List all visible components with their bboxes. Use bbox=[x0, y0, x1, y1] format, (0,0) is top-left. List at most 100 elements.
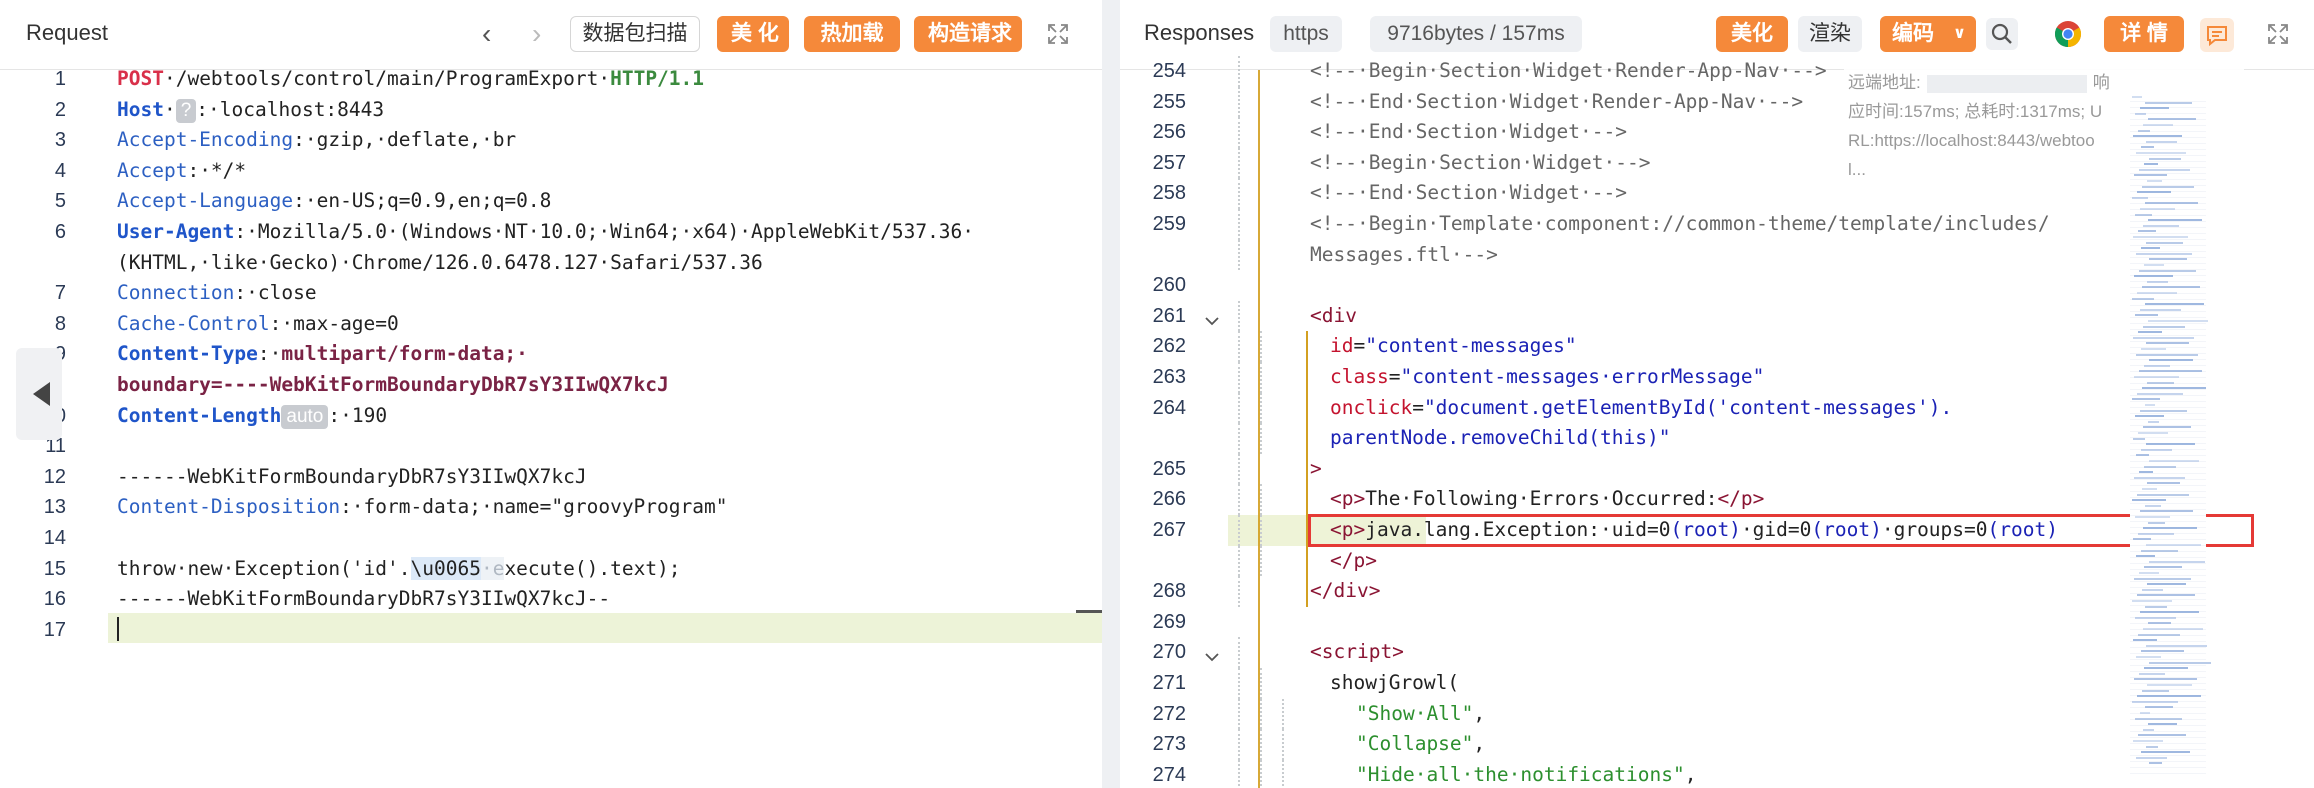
minimap-line bbox=[2132, 499, 2166, 502]
minimap-line bbox=[2132, 297, 2154, 300]
chrome-icon[interactable] bbox=[2054, 20, 2082, 48]
minimap-line bbox=[2133, 236, 2188, 238]
line-number: 14 bbox=[43, 527, 66, 549]
minimap-line bbox=[2138, 734, 2186, 737]
code-token: <!--·Begin·Section·Widget·--> bbox=[1310, 150, 1651, 174]
minimap-line bbox=[2132, 600, 2172, 602]
beautify-button[interactable]: 美 化 bbox=[717, 16, 789, 52]
minimap-line bbox=[2132, 196, 2148, 199]
expand-icon[interactable] bbox=[2266, 22, 2290, 46]
indent-guide bbox=[1238, 392, 1240, 424]
response-beautify-button[interactable]: 美化 bbox=[1716, 16, 1788, 52]
collapse-panel-handle[interactable] bbox=[16, 348, 62, 440]
indent-guide bbox=[1238, 56, 1240, 87]
code-token: java.lang.Exception:·uid=0 bbox=[1365, 518, 1671, 541]
minimap-line bbox=[2135, 112, 2146, 115]
encoding-dropdown[interactable]: 编码 ∨ bbox=[1880, 16, 1976, 52]
minimap-line bbox=[2141, 146, 2154, 149]
back-arrow-icon[interactable]: ‹ bbox=[482, 20, 491, 48]
minimap-line bbox=[2141, 549, 2178, 552]
minimap-line bbox=[2146, 241, 2183, 244]
minimap-line bbox=[2147, 381, 2174, 384]
expand-icon[interactable] bbox=[1046, 22, 1070, 46]
minimap-line bbox=[2142, 689, 2169, 692]
minimap-line bbox=[2142, 488, 2157, 490]
minimap-line bbox=[2146, 745, 2158, 748]
minimap-line bbox=[2143, 628, 2203, 630]
request-editor[interactable]: 1 POST·/webtools/control/main/ProgramExpo… bbox=[0, 67, 1102, 788]
code-line: <!--·End·Section·Widget·--> bbox=[1310, 117, 1627, 148]
minimap-line bbox=[2139, 269, 2196, 272]
minimap-line bbox=[2149, 157, 2181, 160]
line-number: 274 bbox=[1152, 763, 1186, 786]
code-token: "Collapse" bbox=[1356, 732, 1474, 756]
code-line: <!--·Begin·Section·Widget·--> bbox=[1310, 148, 1650, 179]
line-number: 4 bbox=[54, 159, 66, 182]
minimap-line bbox=[2134, 275, 2173, 278]
code-line: throw·new·Exception('id'.\u0065·execute(… bbox=[117, 554, 681, 585]
size-time-badge: 9716bytes / 157ms bbox=[1370, 16, 1582, 52]
code-token: Accept-Encoding bbox=[117, 128, 294, 152]
minimap-line bbox=[2138, 230, 2156, 233]
minimap-line bbox=[2140, 510, 2193, 513]
response-panel: Responses https 9716bytes / 157ms 美化 渲染 … bbox=[1120, 0, 2314, 788]
minimap-line bbox=[2136, 252, 2192, 255]
line-number: 268 bbox=[1152, 580, 1186, 603]
code-minimap[interactable] bbox=[2130, 96, 2211, 776]
indent-guide bbox=[1260, 545, 1262, 577]
line-number: 260 bbox=[1152, 274, 1186, 297]
minimap-line bbox=[2148, 723, 2177, 726]
current-line-highlight bbox=[108, 612, 1102, 644]
minimap-line bbox=[2134, 174, 2167, 177]
code-line: User-Agent:·Mozilla/5.0·(Windows·NT·10.0… bbox=[117, 217, 974, 248]
minimap-line bbox=[2147, 583, 2186, 586]
code-token: ? bbox=[175, 98, 197, 123]
line-number: 270 bbox=[1152, 641, 1186, 664]
minimap-line bbox=[2135, 717, 2182, 720]
hot-load-button[interactable]: 热加载 bbox=[804, 16, 900, 52]
packet-scan-button[interactable]: 数据包扫描 bbox=[570, 16, 700, 52]
minimap-line bbox=[2133, 740, 2163, 742]
minimap-line bbox=[2149, 661, 2211, 664]
search-icon[interactable] bbox=[1986, 18, 2018, 50]
indent-guide bbox=[1238, 331, 1240, 362]
code-token: (root) bbox=[1987, 518, 2058, 541]
code-token: :·gzip,·deflate,·br bbox=[293, 128, 517, 152]
fold-chevron-icon[interactable] bbox=[1204, 309, 1220, 326]
code-token: = bbox=[1412, 395, 1424, 419]
scrollbar-thumb[interactable] bbox=[1076, 610, 1102, 613]
code-token: Content-Type bbox=[117, 342, 258, 366]
minimap-line bbox=[2136, 353, 2198, 356]
minimap-line bbox=[2137, 695, 2201, 698]
forward-arrow-icon[interactable]: › bbox=[532, 20, 541, 48]
minimap-line bbox=[2141, 348, 2166, 350]
code-token: <script> bbox=[1310, 640, 1404, 664]
minimap-line bbox=[2148, 420, 2159, 423]
line-number: 264 bbox=[1152, 396, 1186, 419]
indent-guide bbox=[1260, 423, 1262, 454]
code-line: </div> bbox=[1310, 576, 1380, 607]
line-number: 259 bbox=[1152, 213, 1186, 235]
minimap-line bbox=[2148, 320, 2208, 322]
fold-chevron-icon[interactable] bbox=[1204, 645, 1220, 662]
minimap-line bbox=[2132, 96, 2142, 98]
render-button[interactable]: 渲染 bbox=[1798, 16, 1862, 52]
code-token: </p> bbox=[1330, 548, 1377, 572]
code-token: class bbox=[1330, 365, 1389, 388]
code-token: :·localhost:8443 bbox=[196, 97, 385, 121]
comment-icon[interactable] bbox=[2200, 18, 2234, 52]
minimap-line bbox=[2145, 605, 2167, 608]
code-token: > bbox=[1310, 456, 1322, 480]
line-number: 2 bbox=[54, 98, 66, 121]
details-button[interactable]: 详 情 bbox=[2104, 16, 2184, 52]
minimap-line bbox=[2141, 751, 2190, 754]
minimap-line bbox=[2138, 532, 2174, 535]
code-token: <p> bbox=[1330, 518, 1366, 541]
minimap-line bbox=[2140, 409, 2187, 412]
minimap-line bbox=[2136, 454, 2149, 457]
minimap-line bbox=[2146, 342, 2189, 345]
construct-request-button[interactable]: 构造请求 bbox=[914, 16, 1022, 52]
indent-guide bbox=[1238, 759, 1240, 788]
minimap-line bbox=[2143, 527, 2197, 530]
code-token: <!--·Begin·Section·Widget·Render-App-Nav… bbox=[1310, 59, 1827, 82]
